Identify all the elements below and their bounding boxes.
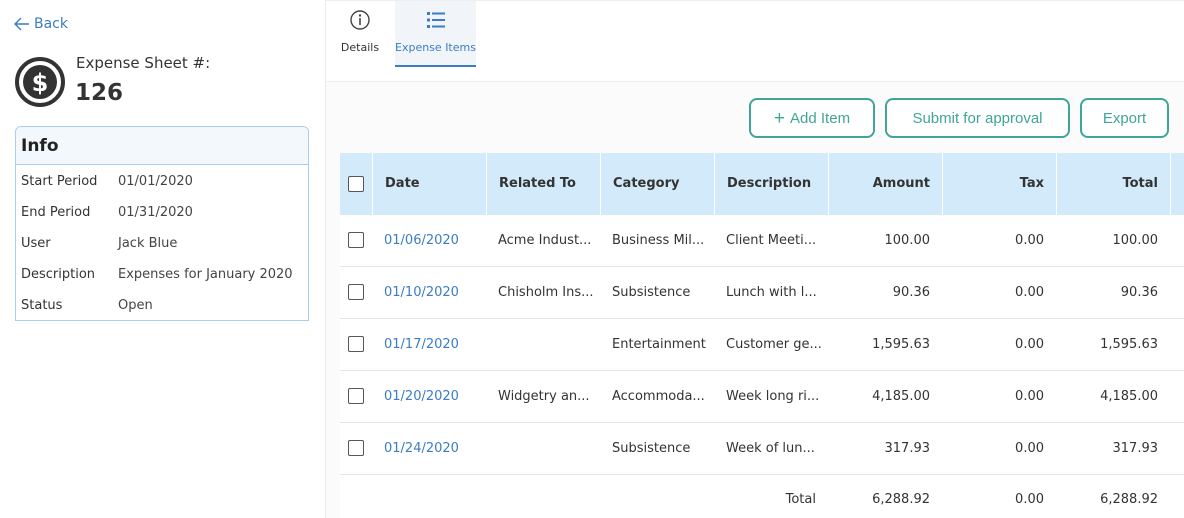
info-value: Expenses for January 2020 [118, 267, 293, 282]
tab-bar: Details Expense Items [326, 0, 1184, 82]
row-checkbox[interactable] [348, 284, 364, 300]
sheet-label: Expense Sheet #: [76, 54, 211, 72]
table-row[interactable]: 01/06/2020 Acme Indust... Business Mil..… [340, 215, 1184, 267]
table-footer: Total 6,288.92 0.00 6,288.92 [340, 475, 1184, 518]
back-label: Back [34, 16, 68, 32]
amount-cell: 90.36 [892, 285, 930, 300]
info-card: Info Start Period 01/01/2020 End Period … [15, 126, 309, 321]
column-header-amount[interactable]: Amount [828, 153, 942, 215]
select-all-cell [340, 153, 372, 215]
description-cell: Customer ge... [726, 337, 822, 352]
category-cell: Subsistence [612, 285, 691, 300]
info-value: Jack Blue [118, 236, 178, 251]
total-cell: 100.00 [1112, 233, 1159, 248]
date-link[interactable]: 01/06/2020 [372, 215, 486, 267]
related-to-cell [486, 319, 600, 371]
footer-total: 6,288.92 [1100, 492, 1158, 507]
tax-cell: 0.00 [1015, 337, 1044, 352]
back-link[interactable]: Back [14, 16, 68, 32]
info-value: 01/01/2020 [118, 174, 193, 189]
related-to-cell: Acme Indust... [498, 233, 592, 248]
row-checkbox[interactable] [348, 388, 364, 404]
info-title: Info [16, 127, 308, 165]
info-key: End Period [21, 205, 91, 220]
tax-cell: 0.00 [1015, 285, 1044, 300]
date-link[interactable]: 01/17/2020 [372, 319, 486, 371]
related-to-cell [486, 423, 600, 475]
amount-cell: 100.00 [884, 233, 931, 248]
column-header-filler [1170, 153, 1184, 215]
table-row[interactable]: 01/24/2020 Subsistence Week of lun... 31… [340, 423, 1184, 475]
info-key: Description [21, 267, 96, 282]
description-cell: Week long ri... [726, 389, 820, 404]
export-button[interactable]: Export [1080, 98, 1169, 138]
footer-amount: 6,288.92 [872, 492, 930, 507]
tab-label: Details [340, 41, 380, 54]
date-link[interactable]: 01/24/2020 [372, 423, 486, 475]
table-row[interactable]: 01/10/2020 Chisholm Ins... Subsistence L… [340, 267, 1184, 319]
tax-cell: 0.00 [1015, 441, 1044, 456]
category-cell: Subsistence [612, 441, 691, 456]
submit-for-approval-button[interactable]: Submit for approval [885, 98, 1070, 138]
category-cell: Business Mil... [612, 233, 705, 248]
description-cell: Lunch with l... [726, 285, 817, 300]
tax-cell: 0.00 [1015, 233, 1044, 248]
date-link[interactable]: 01/20/2020 [372, 371, 486, 423]
add-item-label: Add Item [790, 109, 851, 127]
arrow-left-icon [14, 17, 29, 31]
related-to-cell: Chisholm Ins... [498, 285, 594, 300]
svg-text:$: $ [32, 69, 49, 97]
select-all-checkbox[interactable] [348, 176, 364, 192]
tab-expense-items[interactable]: Expense Items [395, 1, 476, 67]
sheet-number: 126 [75, 80, 124, 106]
column-header-date[interactable]: Date [372, 153, 486, 215]
dollar-circle-icon: $ [15, 57, 65, 107]
description-cell: Week of lun... [726, 441, 815, 456]
total-cell: 1,595.63 [1100, 337, 1158, 352]
table-row[interactable]: 01/17/2020 Entertainment Customer ge... … [340, 319, 1184, 371]
info-key: Start Period [21, 174, 98, 189]
amount-cell: 317.93 [884, 441, 931, 456]
category-cell: Entertainment [612, 337, 706, 352]
column-header-category[interactable]: Category [600, 153, 714, 215]
description-cell: Client Meeti... [726, 233, 817, 248]
total-cell: 90.36 [1120, 285, 1158, 300]
tab-label: Expense Items [395, 41, 476, 54]
column-header-total[interactable]: Total [1056, 153, 1170, 215]
sheet-summary-panel: Back $ Expense Sheet #: 126 Info Start P… [0, 0, 325, 518]
footer-tax: 0.00 [1015, 492, 1044, 507]
list-icon [426, 12, 445, 28]
tax-cell: 0.00 [1015, 389, 1044, 404]
info-key: Status [21, 298, 63, 313]
info-value: 01/31/2020 [118, 205, 193, 220]
footer-total-label: Total [785, 492, 816, 507]
column-header-description[interactable]: Description [714, 153, 828, 215]
info-value: Open [118, 298, 153, 313]
table-row[interactable]: 01/20/2020 Widgetry an... Accommoda... W… [340, 371, 1184, 423]
row-checkbox[interactable] [348, 440, 364, 456]
column-header-tax[interactable]: Tax [942, 153, 1056, 215]
total-cell: 317.93 [1112, 441, 1159, 456]
category-cell: Accommoda... [612, 389, 705, 404]
info-circle-icon [350, 10, 370, 30]
info-key: User [21, 236, 51, 251]
row-checkbox[interactable] [348, 232, 364, 248]
table-header: Date Related To Category Description Amo… [340, 153, 1184, 215]
tab-details[interactable]: Details [332, 1, 388, 67]
row-checkbox[interactable] [348, 336, 364, 352]
plus-icon: + [773, 107, 786, 129]
total-cell: 4,185.00 [1100, 389, 1158, 404]
date-link[interactable]: 01/10/2020 [372, 267, 486, 319]
amount-cell: 4,185.00 [872, 389, 930, 404]
related-to-cell: Widgetry an... [498, 389, 590, 404]
expense-items-panel: Details Expense Items + Add Item Submit … [326, 0, 1184, 518]
add-item-button[interactable]: + Add Item [749, 98, 875, 138]
amount-cell: 1,595.63 [872, 337, 930, 352]
column-header-related-to[interactable]: Related To [486, 153, 600, 215]
